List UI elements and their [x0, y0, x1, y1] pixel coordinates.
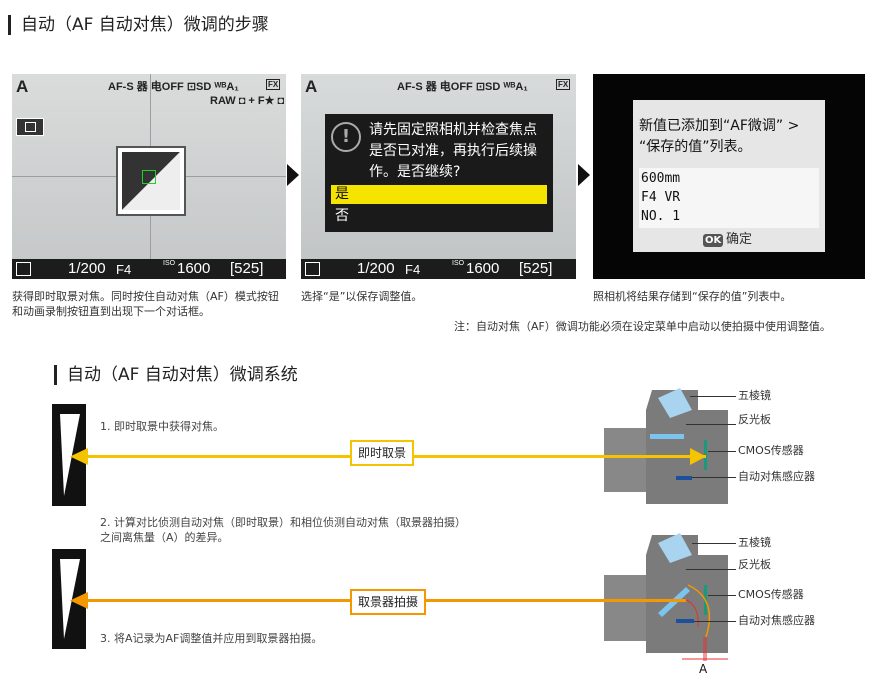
shutter-speed: 1/200 [68, 260, 106, 277]
label-cmos: CMOS传感器 [738, 444, 804, 457]
label-mirror: 反光板 [738, 413, 771, 426]
option-no[interactable]: 否 [335, 207, 349, 226]
diagram-step2-line1: 2. 计算对比侦测自动对焦（即时取景）和相位侦测自动对焦（取景器拍摄） [100, 516, 466, 529]
arrow-left-icon [70, 592, 88, 609]
mode-indicator: A [16, 77, 29, 96]
fx-badge: FX [556, 79, 571, 90]
frames-remaining: [525] [230, 260, 264, 277]
saved-value-number: NO. 1 [641, 209, 681, 224]
caption-note: 注：自动对焦（AF）微调功能必须在设定菜单中启动以使拍摄中使用调整值。 [454, 320, 831, 333]
frames-remaining: [525] [519, 260, 553, 277]
label-pentaprism: 五棱镜 [738, 536, 771, 549]
saved-values-list: 600mm F4 VR NO. 1 [639, 168, 819, 228]
aperture: F4 [116, 262, 132, 277]
lcd-bottom-bar: 1/200 F4 ISO 1600 [525] [301, 259, 576, 279]
next-step-arrow-icon [578, 164, 590, 186]
tag-liveview: 即时取景 [350, 440, 415, 466]
leader-line [692, 543, 736, 544]
option-yes[interactable]: 是 [331, 185, 547, 204]
dialog-message: 请先固定照相机并检查焦点是否已对准，再执行后续操作。是否继续? [369, 122, 537, 180]
confirm-label[interactable]: 确定 [726, 231, 752, 248]
saved-value-lens: 600mm [641, 171, 681, 186]
camera-diagram-liveview [604, 388, 728, 504]
tag-viewfinder: 取景器拍摄 [350, 589, 427, 615]
diagram-step2-line2: 之间离焦量（A）的差异。 [100, 531, 229, 544]
lcd-screen-dialog: A AF-S 器 电OFF ⊡SD ᵂᴮA₁ FX ! 请先固定照相机并检查焦点… [301, 74, 576, 279]
label-cmos: CMOS传感器 [738, 588, 804, 601]
metering-icon [16, 262, 31, 276]
leader-line [694, 621, 736, 622]
aperture: F4 [405, 262, 421, 277]
arrow-left-icon [70, 448, 88, 465]
label-mirror: 反光板 [738, 558, 771, 571]
label-pentaprism: 五棱镜 [738, 389, 771, 402]
lcd-screen-liveview: A AF-S 器 电OFF ⊡SD ᵂᴮA₁ FX RAW ◘ + F★ ◘ 1… [12, 74, 286, 279]
iso-value: 1600 [466, 260, 500, 277]
liveview-icon [16, 118, 44, 136]
caption-step1: 获得即时取景对焦。同时按住自动对焦（AF）模式按钮和动画录制按钮直到出现下一个对… [12, 290, 279, 318]
saved-message: 新值已添加到“AF微调” > “保存的值”列表。 [639, 118, 800, 155]
leader-line [686, 569, 736, 570]
caption-step3: 照相机将结果存储到“保存的值”列表中。 [593, 290, 792, 303]
iso-label: ISO [163, 260, 176, 267]
leader-line [708, 595, 736, 596]
iso-value: 1600 [177, 260, 211, 277]
next-step-arrow-icon [287, 164, 299, 186]
defocus-amount-label: A [699, 662, 708, 676]
section-title-steps: 自动（AF 自动对焦）微调的步骤 [8, 15, 269, 35]
leader-line [686, 424, 736, 425]
status-bar-quality: RAW ◘ + F★ ◘ [210, 95, 285, 107]
iso-label: ISO [452, 260, 465, 267]
confirm-dialog: ! 请先固定照相机并检查焦点是否已对准，再执行后续操作。是否继续? 是 否 [325, 114, 553, 232]
metering-icon [305, 262, 320, 276]
ok-button-icon: OK [703, 234, 724, 247]
section-title-system: 自动（AF 自动对焦）微调系统 [54, 365, 298, 385]
saved-message-panel: 新值已添加到“AF微调” > “保存的值”列表。 600mm F4 VR NO.… [633, 100, 825, 252]
label-af-sensor: 自动对焦感应器 [738, 614, 815, 627]
status-bar-top: AF-S 器 电OFF ⊡SD ᵂᴮA₁ [108, 81, 239, 93]
arrow-right-icon [690, 448, 706, 465]
lcd-screen-saved: 新值已添加到“AF微调” > “保存的值”列表。 600mm F4 VR NO.… [593, 74, 865, 279]
lcd-bottom-bar: 1/200 F4 ISO 1600 [525] [12, 259, 286, 279]
label-af-sensor: 自动对焦感应器 [738, 470, 815, 483]
caption-step2: 选择“是”以保存调整值。 [301, 290, 423, 303]
diagram-step3: 3. 将A记录为AF调整值并应用到取景器拍摄。 [100, 632, 323, 645]
fx-badge: FX [266, 79, 281, 90]
leader-line [692, 477, 736, 478]
saved-value-aperture: F4 VR [641, 190, 681, 205]
warning-icon: ! [331, 122, 361, 152]
leader-line [690, 396, 736, 397]
leader-line [708, 451, 736, 452]
shutter-speed: 1/200 [357, 260, 395, 277]
diagram-step1: 1. 即时取景中获得对焦。 [100, 420, 224, 433]
mode-indicator: A [305, 77, 318, 96]
status-bar-top: AF-S 器 电OFF ⊡SD ᵂᴮA₁ [397, 81, 528, 93]
af-point-square [142, 170, 156, 184]
